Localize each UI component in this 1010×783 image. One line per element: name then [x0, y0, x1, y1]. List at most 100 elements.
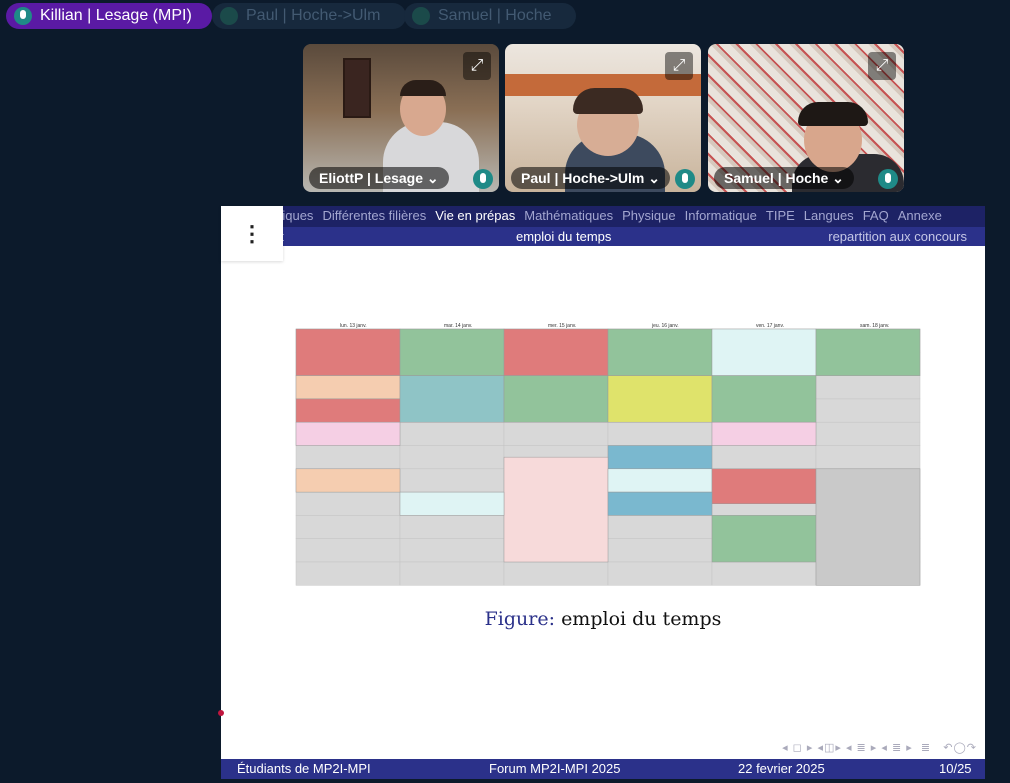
nav-item-3[interactable]: Vie en prépas — [435, 206, 515, 226]
headphones-hair — [798, 102, 868, 126]
slide-sub-bar: at emploi du temps repartition aux conco… — [221, 227, 985, 246]
unavailable-block — [815, 468, 921, 586]
course-block — [607, 445, 713, 470]
day-header: mar. 14 janv. — [444, 323, 472, 329]
course-block — [711, 421, 817, 446]
timetable-cell — [399, 421, 505, 446]
course-block — [607, 491, 713, 516]
course-block — [295, 468, 401, 493]
course-block — [607, 328, 713, 376]
expand-icon[interactable]: ⤢ — [665, 52, 693, 80]
laser-pointer-dot — [218, 710, 224, 716]
timetable-cell — [815, 398, 921, 423]
nav-item-7[interactable]: TIPE — [766, 206, 795, 226]
nav-item-4[interactable]: Mathématiques — [524, 206, 613, 226]
figure-caption: Figure: emploi du temps — [221, 608, 985, 630]
timetable-cell — [295, 491, 401, 516]
nav-item-9[interactable]: FAQ — [863, 206, 889, 226]
day-header: lun. 13 janv. — [340, 323, 367, 329]
expand-icon[interactable]: ⤢ — [868, 52, 896, 80]
course-block — [711, 328, 817, 376]
timetable-cell — [503, 421, 609, 446]
course-block — [607, 468, 713, 493]
participant-pill-killian[interactable]: Killian | Lesage (MPI) — [6, 3, 212, 29]
timetable-cell — [607, 515, 713, 539]
timetable-cell — [399, 561, 505, 586]
nav-item-10[interactable]: Annexe — [898, 206, 942, 226]
participant-label: Killian | Lesage (MPI) — [40, 7, 192, 24]
timetable-cell — [711, 445, 817, 470]
expand-icon[interactable]: ⤢ — [463, 52, 491, 80]
caption-text: emploi du temps — [561, 608, 722, 630]
more-options-icon[interactable]: ⋮ — [221, 206, 283, 261]
footer-author: Étudiants de MP2I-MPI — [237, 761, 371, 776]
subsection-next[interactable]: repartition aux concours — [828, 229, 967, 244]
day-header: mer. 15 janv. — [548, 323, 576, 329]
timetable-cell — [399, 468, 505, 493]
timetable-graphic: lun. 13 janv. mar. 14 janv. mer. 15 janv. j… — [295, 323, 921, 586]
course-block — [503, 456, 609, 563]
course-block — [399, 375, 505, 423]
video-tile-paul[interactable]: ⤢ Paul | Hoche->Ulm ⌄ — [505, 44, 701, 192]
microphone-icon — [473, 169, 493, 189]
video-tile-eliott[interactable]: ⤢ EliottP | Lesage ⌄ — [303, 44, 499, 192]
participant-label: Samuel | Hoche — [438, 7, 552, 24]
day-header: jeu. 16 janv. — [651, 323, 679, 329]
timetable-cell — [295, 538, 401, 563]
nav-item-8[interactable]: Langues — [804, 206, 854, 226]
microphone-icon — [675, 169, 695, 189]
timetable-cell — [815, 421, 921, 446]
subsection-current[interactable]: emploi du temps — [516, 229, 611, 244]
slide-footer: Étudiants de MP2I-MPI Forum MP2I-MPI 202… — [221, 759, 985, 779]
timetable-cell — [295, 515, 401, 539]
participant-pill-samuel[interactable]: Samuel | Hoche — [404, 3, 576, 29]
day-header: sam. 18 janv. — [860, 323, 889, 329]
microphone-icon — [878, 169, 898, 189]
participant-pill-paul[interactable]: Paul | Hoche->Ulm — [212, 3, 406, 29]
timetable-cell — [815, 375, 921, 400]
timetable-cell — [711, 561, 817, 586]
course-block — [815, 328, 921, 376]
timetable-image: lun. 13 janv. mar. 14 janv. mer. 15 janv. j… — [281, 323, 921, 593]
course-block — [711, 468, 817, 505]
timetable-cell — [295, 561, 401, 586]
footer-page: 10/25 — [939, 761, 972, 776]
course-block — [399, 328, 505, 376]
video-tile-samuel[interactable]: ⤢ Samuel | Hoche ⌄ — [708, 44, 904, 192]
course-block — [295, 375, 401, 400]
timetable-cell — [295, 445, 401, 470]
course-block — [295, 328, 401, 376]
day-header: ven. 17 janv. — [756, 323, 784, 329]
hair — [400, 80, 446, 96]
wall-painting — [343, 58, 371, 118]
course-block — [503, 375, 609, 423]
timetable-cell — [399, 515, 505, 539]
timetable-cell — [607, 421, 713, 446]
course-block — [711, 515, 817, 563]
microphone-icon — [14, 7, 32, 25]
presentation-slide: gStatistiquesDifférentes filièresVie en … — [221, 206, 985, 779]
beamer-navigation-symbols[interactable]: ◂ ◻ ▸ ◂◫▸ ◂ ≣ ▸ ◂ ≣ ▸ ≣ ↶◯↷ — [782, 741, 977, 754]
nav-item-5[interactable]: Physique — [622, 206, 675, 226]
course-block — [607, 375, 713, 423]
course-block — [295, 421, 401, 446]
microphone-icon — [412, 7, 430, 25]
course-block — [503, 328, 609, 376]
microphone-icon — [220, 7, 238, 25]
caption-label: Figure: — [484, 608, 556, 630]
video-name-chip[interactable]: Paul | Hoche->Ulm ⌄ — [511, 167, 670, 189]
nav-item-6[interactable]: Informatique — [685, 206, 757, 226]
slide-nav-bar: gStatistiquesDifférentes filièresVie en … — [221, 206, 985, 227]
participant-label: Paul | Hoche->Ulm — [246, 7, 381, 24]
timetable-cell — [399, 538, 505, 563]
course-block — [711, 375, 817, 423]
course-block — [295, 398, 401, 423]
video-name-chip[interactable]: Samuel | Hoche ⌄ — [714, 167, 854, 189]
nav-item-2[interactable]: Différentes filières — [322, 206, 426, 226]
video-name-chip[interactable]: EliottP | Lesage ⌄ — [309, 167, 449, 189]
timetable-cell — [607, 561, 713, 586]
course-block — [399, 491, 505, 516]
timetable-cell — [399, 445, 505, 470]
timetable-cell — [503, 561, 609, 586]
hair — [573, 88, 643, 114]
